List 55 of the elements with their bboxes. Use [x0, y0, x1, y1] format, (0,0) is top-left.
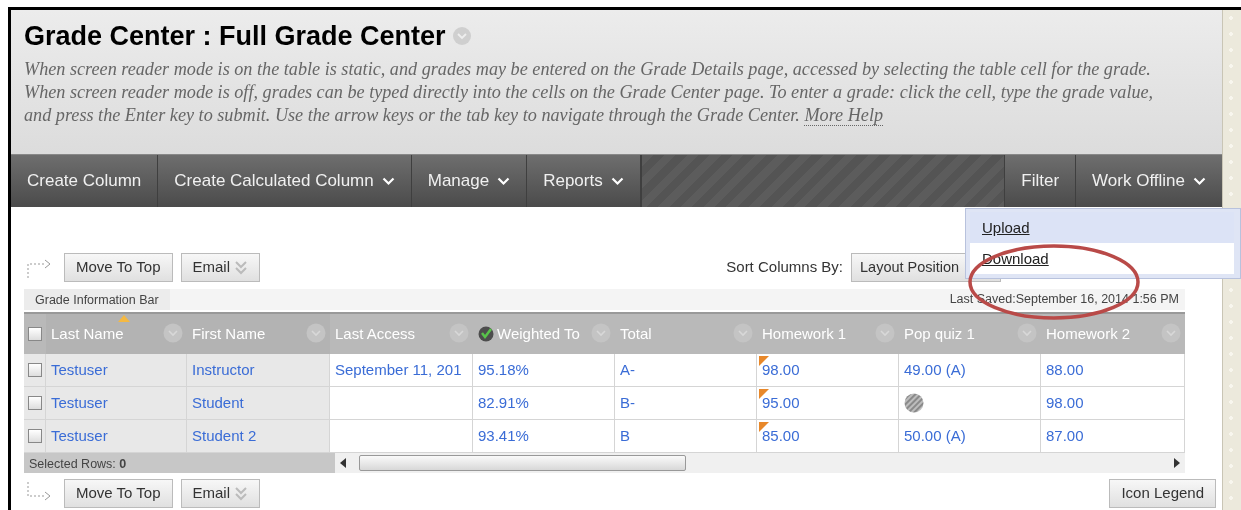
selected-rows-count: Selected Rows: 0 [24, 453, 335, 473]
grade-link[interactable]: 95.18% [478, 358, 529, 382]
action-bar-item[interactable]: Manage [411, 155, 528, 207]
menu-button[interactable]: Email [180, 478, 260, 508]
checkbox[interactable] [28, 429, 42, 443]
scroll-left-icon [339, 458, 347, 468]
action-bar-item[interactable]: Filter [1004, 155, 1076, 207]
grade-link[interactable]: 95.00 [762, 391, 800, 415]
grade-link[interactable]: 98.00 [762, 358, 800, 382]
toolbar-button[interactable]: Move To Top [64, 252, 173, 282]
chevron-down-icon [610, 176, 624, 186]
grade-link[interactable]: Student [192, 391, 244, 415]
info-bar-tab[interactable]: Grade Information Bar [24, 289, 170, 310]
grade-link[interactable]: Instructor [192, 358, 255, 382]
grade-link[interactable]: 85.00 [762, 424, 800, 448]
checkbox[interactable] [28, 363, 42, 377]
menu-button[interactable]: Email [180, 252, 260, 282]
grade-link[interactable]: September 11, 201 [335, 358, 462, 382]
grade-link[interactable]: B [620, 424, 630, 448]
grade-link[interactable]: 87.00 [1046, 424, 1084, 448]
checkbox[interactable] [28, 396, 42, 410]
grade-link[interactable]: Testuser [51, 358, 108, 382]
action-bar-item[interactable]: Reports [527, 155, 641, 207]
horizontal-scrollbar[interactable] [335, 453, 1185, 473]
double-chevron-icon [234, 485, 248, 501]
sort-indicator-icon [118, 315, 130, 322]
page-title: Grade Center : Full Grade Center [24, 20, 446, 52]
action-bar-item[interactable]: Create Calculated Column [158, 155, 412, 207]
more-help-link[interactable]: More Help [804, 105, 884, 126]
grade-link[interactable]: 93.41% [478, 424, 529, 448]
check-icon [478, 325, 494, 343]
checkbox[interactable] [28, 327, 42, 341]
grade-link[interactable]: 50.00 (A) [904, 424, 966, 448]
help-text: When screen reader mode is off, grades can be typed directly into the cells on the Grade Center page. To enter a grade: click the cell, type the grade value, and press the Enter key to submit. Use the arrow keys or the tab key to navigate through the Grade Center. More Help [24, 81, 1155, 127]
chevron-down-icon [1193, 176, 1206, 186]
grade-link[interactable]: A- [620, 358, 635, 382]
help-text: When screen reader mode is on the table is static, and grades may be entered on the Grade Details page, accessed by selecting the table cell for the grade. [24, 58, 1152, 81]
grade-link[interactable]: 49.00 (A) [904, 358, 966, 382]
grade-link[interactable]: Student 2 [192, 424, 257, 448]
grade-link[interactable]: 88.00 [1046, 358, 1084, 382]
grade-link[interactable]: Testuser [51, 424, 108, 448]
grade-link[interactable]: Testuser [51, 391, 108, 415]
sort-label: Sort Columns By: [726, 256, 843, 277]
grade-link[interactable]: B- [620, 391, 635, 415]
action-bar-item[interactable]: Create Column [11, 155, 159, 207]
chevron-down-icon [381, 176, 395, 186]
grade-link[interactable]: 82.91% [478, 391, 529, 415]
chevron-down-icon [497, 176, 511, 186]
toolbar-button[interactable]: Move To Top [64, 478, 173, 508]
exempt-icon [904, 393, 924, 413]
icon-legend-button[interactable]: Icon Legend [1109, 478, 1216, 508]
scroll-thumb[interactable] [359, 455, 686, 471]
scroll-right-icon [1173, 458, 1181, 468]
double-chevron-icon [234, 259, 248, 275]
grade-link[interactable]: 98.00 [1046, 391, 1084, 415]
